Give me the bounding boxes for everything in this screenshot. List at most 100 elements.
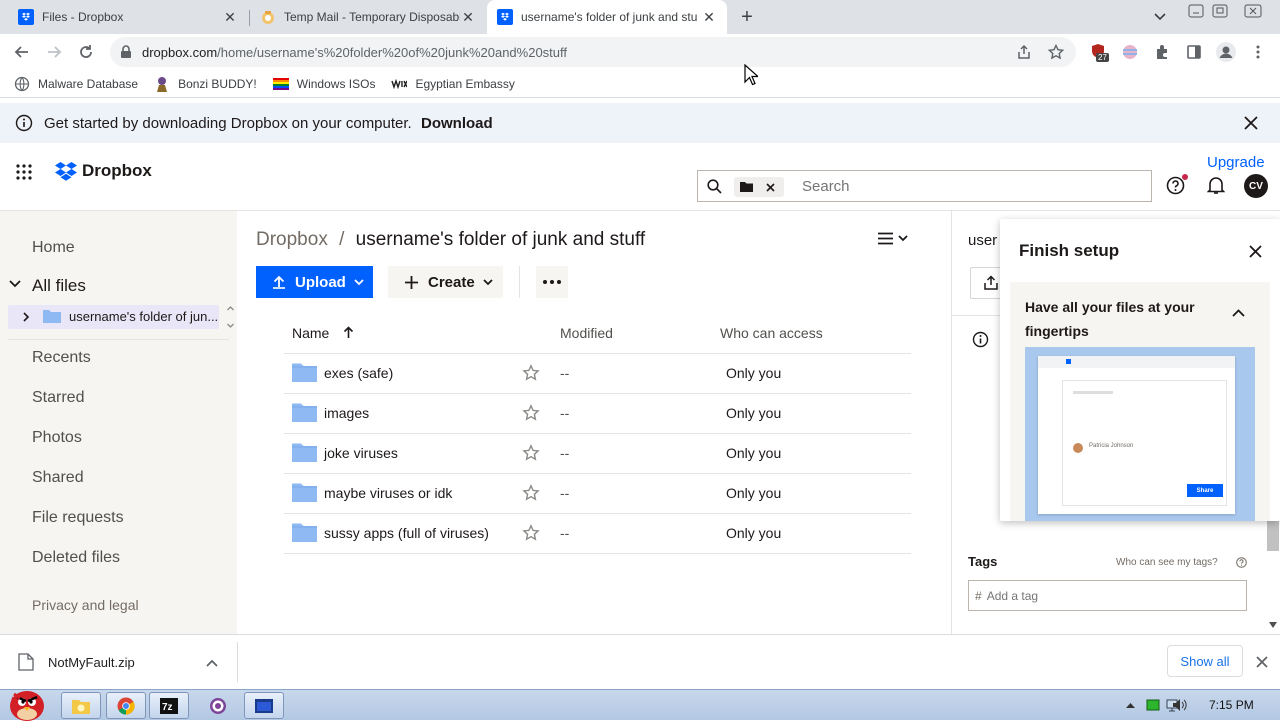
- back-icon[interactable]: [8, 38, 36, 66]
- close-icon[interactable]: ✕: [701, 9, 717, 25]
- bookmark-bonzi-buddy[interactable]: Bonzi BUDDY!: [154, 76, 257, 92]
- breadcrumb-root[interactable]: Dropbox: [256, 229, 328, 250]
- tab-current-folder[interactable]: username's folder of junk and stu ✕: [487, 0, 727, 34]
- minimize-icon[interactable]: [1188, 4, 1204, 18]
- taskbar-chrome[interactable]: [106, 692, 146, 719]
- maximize-icon[interactable]: [1212, 4, 1228, 18]
- table-row[interactable]: exes (safe) -- Only you: [284, 354, 911, 394]
- profile-icon[interactable]: [1216, 42, 1236, 62]
- chrome-menu-icon[interactable]: [1250, 44, 1266, 60]
- row-name[interactable]: exes (safe): [324, 365, 393, 381]
- reload-icon[interactable]: [72, 38, 100, 66]
- bookmark-egyptian-embassy[interactable]: Egyptian Embassy: [391, 76, 515, 92]
- avatar[interactable]: CV: [1244, 174, 1268, 198]
- bookmark-star-icon[interactable]: [1048, 44, 1064, 60]
- close-icon[interactable]: ✕: [222, 9, 238, 25]
- sidebar-item-starred[interactable]: Starred: [32, 389, 84, 407]
- close-icon[interactable]: [1249, 245, 1262, 258]
- upload-button[interactable]: Upload: [256, 266, 373, 298]
- scrollbar-thumb[interactable]: [1267, 521, 1279, 551]
- taskbar-7zip[interactable]: 7z: [149, 692, 189, 719]
- chevron-up-icon[interactable]: [1232, 309, 1245, 317]
- volume-icon[interactable]: [1172, 698, 1188, 712]
- extension-shield-icon[interactable]: 27: [1090, 43, 1110, 63]
- bookmark-malware-database[interactable]: Malware Database: [14, 76, 138, 92]
- tab-files-dropbox[interactable]: Files - Dropbox ✕: [8, 0, 248, 34]
- table-row[interactable]: sussy apps (full of viruses) -- Only you: [284, 514, 911, 554]
- app-grid-icon[interactable]: [16, 164, 32, 180]
- side-panel-icon[interactable]: [1186, 44, 1202, 60]
- row-name[interactable]: maybe viruses or idk: [324, 485, 452, 501]
- search-scope-chip[interactable]: [734, 177, 784, 197]
- star-icon[interactable]: [522, 444, 540, 462]
- sidebar-item-recents[interactable]: Recents: [32, 349, 91, 367]
- tag-field[interactable]: [986, 588, 1227, 603]
- chevron-right-icon[interactable]: [23, 312, 30, 322]
- table-row[interactable]: images -- Only you: [284, 394, 911, 434]
- sidebar-item-deleted-files[interactable]: Deleted files: [32, 549, 120, 567]
- sidebar-item-file-requests[interactable]: File requests: [32, 509, 124, 527]
- column-header-modified[interactable]: Modified: [560, 325, 613, 341]
- tab-temp-mail[interactable]: Temp Mail - Temporary Disposable ✕: [250, 0, 486, 34]
- star-icon[interactable]: [522, 364, 540, 382]
- star-icon[interactable]: [522, 484, 540, 502]
- search-input[interactable]: [802, 176, 1142, 196]
- help-icon[interactable]: [1236, 557, 1247, 568]
- bookmark-windows-isos[interactable]: Windows ISOs: [272, 76, 375, 92]
- star-icon[interactable]: [522, 524, 540, 542]
- forward-icon[interactable]: [40, 38, 68, 66]
- scrollbar[interactable]: [1266, 521, 1280, 631]
- close-icon[interactable]: ✕: [460, 9, 476, 25]
- chevron-up-icon[interactable]: [206, 659, 218, 667]
- upgrade-link[interactable]: Upgrade: [1207, 154, 1265, 171]
- close-icon[interactable]: [1244, 116, 1258, 130]
- lock-icon[interactable]: [120, 45, 132, 59]
- extension-globe-icon[interactable]: [1122, 44, 1138, 60]
- dropbox-logo[interactable]: Dropbox: [55, 161, 152, 181]
- row-name[interactable]: joke viruses: [324, 445, 398, 461]
- close-icon[interactable]: [766, 183, 775, 192]
- banner-download-link[interactable]: Download: [421, 115, 493, 132]
- tray-expand-icon[interactable]: [1126, 702, 1135, 708]
- sidebar-tree-item[interactable]: username's folder of jun...: [8, 305, 219, 329]
- share-page-icon[interactable]: [1016, 44, 1032, 60]
- extensions-puzzle-icon[interactable]: [1154, 44, 1170, 60]
- angry-bird-start-icon[interactable]: [2, 684, 50, 722]
- download-item[interactable]: NotMyFault.zip: [0, 635, 237, 690]
- scroll-down-icon[interactable]: [1269, 622, 1277, 628]
- sidebar-item-home[interactable]: Home: [32, 239, 75, 257]
- column-header-access[interactable]: Who can access: [720, 325, 823, 341]
- table-row[interactable]: maybe viruses or idk -- Only you: [284, 474, 911, 514]
- star-icon[interactable]: [522, 404, 540, 422]
- tags-help-link[interactable]: Who can see my tags?: [1116, 557, 1218, 568]
- row-name[interactable]: sussy apps (full of viruses): [324, 525, 489, 541]
- taskbar-window[interactable]: [244, 692, 284, 719]
- taskbar-explorer[interactable]: [61, 692, 101, 719]
- close-window-icon[interactable]: [1244, 4, 1262, 18]
- view-toggle[interactable]: [878, 232, 908, 245]
- setup-card[interactable]: Have all your files at your fingertips P…: [1010, 282, 1270, 521]
- bell-icon[interactable]: [1207, 176, 1225, 195]
- chevron-down-icon[interactable]: [9, 280, 21, 288]
- sidebar-tree-scrollbar[interactable]: [226, 304, 235, 330]
- create-button[interactable]: Create: [388, 266, 503, 298]
- taskbar-tor[interactable]: [198, 692, 238, 719]
- privacy-legal-link[interactable]: Privacy and legal: [32, 597, 139, 613]
- sidebar-item-all-files[interactable]: All files: [32, 276, 86, 296]
- sort-ascending-icon[interactable]: [343, 326, 354, 339]
- new-tab-icon[interactable]: +: [737, 7, 757, 27]
- sidebar-item-shared[interactable]: Shared: [32, 469, 84, 487]
- clock[interactable]: 7:15 PM: [1209, 698, 1254, 712]
- close-icon[interactable]: [1256, 656, 1268, 668]
- search-box[interactable]: [697, 170, 1152, 202]
- column-header-name[interactable]: Name: [292, 325, 329, 341]
- address-bar[interactable]: dropbox.com/home/username's%20folder%20o…: [110, 37, 1076, 67]
- sidebar-item-photos[interactable]: Photos: [32, 429, 82, 447]
- battery-icon[interactable]: [1146, 698, 1160, 712]
- row-name[interactable]: images: [324, 405, 369, 421]
- tag-input[interactable]: #: [968, 580, 1247, 611]
- show-all-button[interactable]: Show all: [1167, 645, 1243, 677]
- table-row[interactable]: joke viruses -- Only you: [284, 434, 911, 474]
- tab-search-icon[interactable]: [1152, 8, 1168, 24]
- more-options-button[interactable]: [536, 266, 568, 298]
